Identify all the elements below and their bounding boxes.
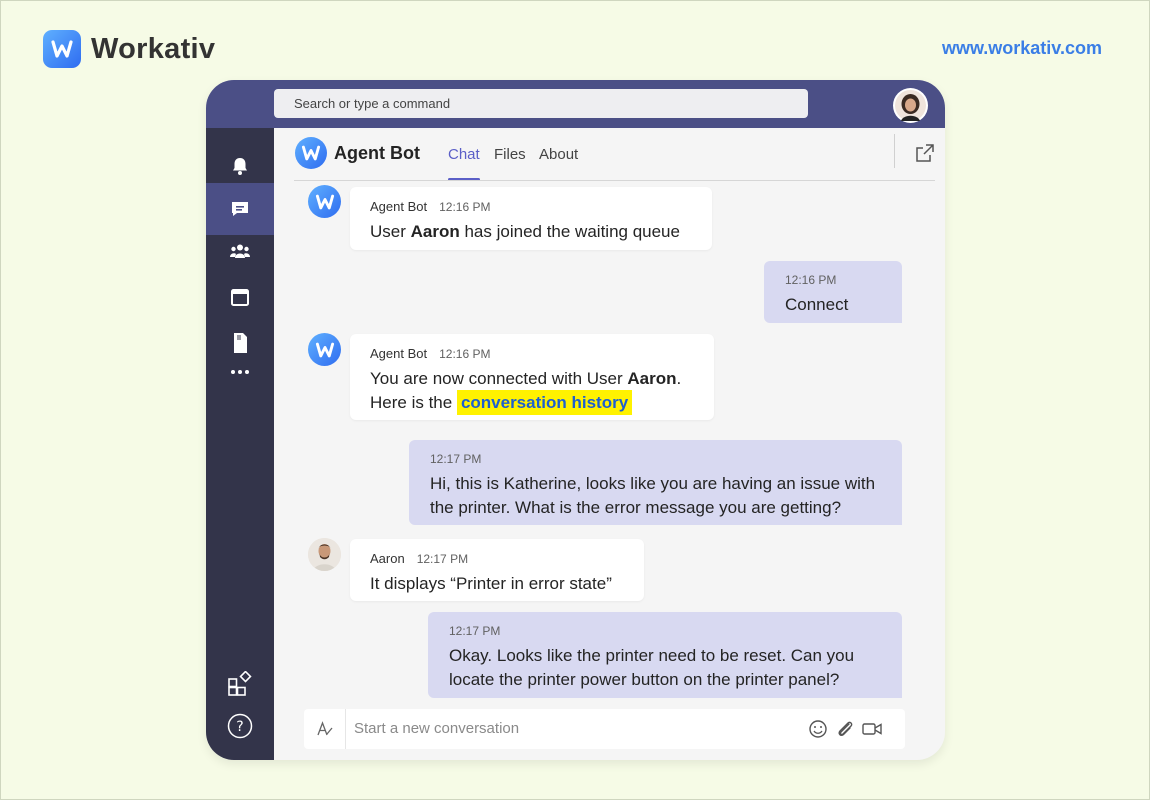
video-icon[interactable]: [861, 719, 883, 739]
emoji-icon[interactable]: [807, 719, 829, 739]
message-time: 12:16 PM: [785, 273, 837, 287]
message-outgoing: 12:17 PM Hi, this is Katherine, looks li…: [409, 440, 902, 525]
help-button[interactable]: ?: [206, 700, 274, 752]
more-apps-button[interactable]: [206, 346, 274, 398]
bell-icon: [233, 158, 247, 175]
svg-text:?: ?: [236, 719, 243, 735]
message-outgoing: 12:16 PM Connect: [764, 261, 902, 323]
message-outgoing: 12:17 PM Okay. Looks like the printer ne…: [428, 612, 902, 698]
chat-icon: [232, 202, 248, 216]
message-text: It displays “Printer in error state”: [370, 574, 612, 593]
message-time: 12:16 PM: [439, 200, 491, 214]
calendar-button[interactable]: [206, 271, 274, 323]
teams-window: Search or type a command ? Agent Bot Cha…: [206, 80, 945, 760]
more-icon: [231, 370, 249, 374]
message-sender: Aaron: [370, 551, 405, 566]
message-text: You are now connected with User Aaron.: [370, 369, 682, 388]
brand-name: Workativ: [91, 32, 216, 65]
user-avatar[interactable]: [893, 88, 928, 123]
tab-files[interactable]: Files: [494, 146, 526, 163]
tab-about[interactable]: About: [539, 146, 578, 163]
aaron-avatar: [308, 538, 341, 571]
message-text-line2: locate the printer power button on the p…: [449, 670, 840, 689]
attach-icon[interactable]: [834, 719, 856, 739]
message-time: 12:16 PM: [439, 347, 491, 361]
brand: Workativ: [43, 30, 215, 68]
agent-bot-avatar: [308, 185, 341, 218]
conversation-history-link[interactable]: conversation history: [456, 390, 633, 415]
message-time: 12:17 PM: [449, 624, 501, 638]
tab-chat[interactable]: Chat: [448, 146, 480, 163]
message-incoming: Agent Bot 12:16 PM You are now connected …: [350, 334, 714, 420]
message-time: 12:17 PM: [430, 452, 482, 466]
header-separator: [294, 180, 935, 181]
message-time: 12:17 PM: [416, 552, 469, 566]
format-button[interactable]: [304, 709, 346, 749]
workativ-logo-icon: [43, 30, 81, 68]
calendar-icon: [231, 289, 249, 306]
agent-bot-avatar: [295, 137, 327, 169]
message-incoming: Agent Bot 12:16 PM User Aaron has joined …: [350, 187, 712, 250]
message-input[interactable]: Start a new conversation: [354, 720, 519, 737]
message-text: Hi, this is Katherine, looks like you ar…: [430, 474, 876, 493]
teams-icon: [230, 244, 250, 258]
message-text: Okay. Looks like the printer need to be …: [449, 646, 855, 665]
message-text-line2: the printer. What is the error message y…: [430, 498, 842, 517]
help-icon: ?: [227, 713, 253, 739]
bot-name: Agent Bot: [334, 143, 420, 163]
agent-bot-avatar: [308, 333, 341, 366]
message-sender: Agent Bot: [370, 199, 428, 214]
message-text: User Aaron has joined the waiting queue: [370, 222, 680, 241]
message-text: Connect: [785, 295, 849, 314]
popout-icon[interactable]: [914, 142, 936, 164]
message-incoming: Aaron 12:17 PM It displays “Printer in er…: [350, 539, 644, 601]
search-input[interactable]: Search or type a command: [274, 89, 808, 118]
header-divider: [894, 134, 895, 168]
compose-box[interactable]: Start a new conversation: [304, 709, 905, 749]
app-rail: ?: [206, 128, 274, 760]
apps-icon: [228, 671, 252, 696]
top-bar: Search or type a command: [206, 80, 945, 128]
site-url[interactable]: www.workativ.com: [942, 38, 1102, 59]
chat-header: Agent Bot Chat Files About: [274, 128, 945, 181]
format-icon: [316, 721, 332, 736]
message-sender: Agent Bot: [370, 346, 428, 361]
